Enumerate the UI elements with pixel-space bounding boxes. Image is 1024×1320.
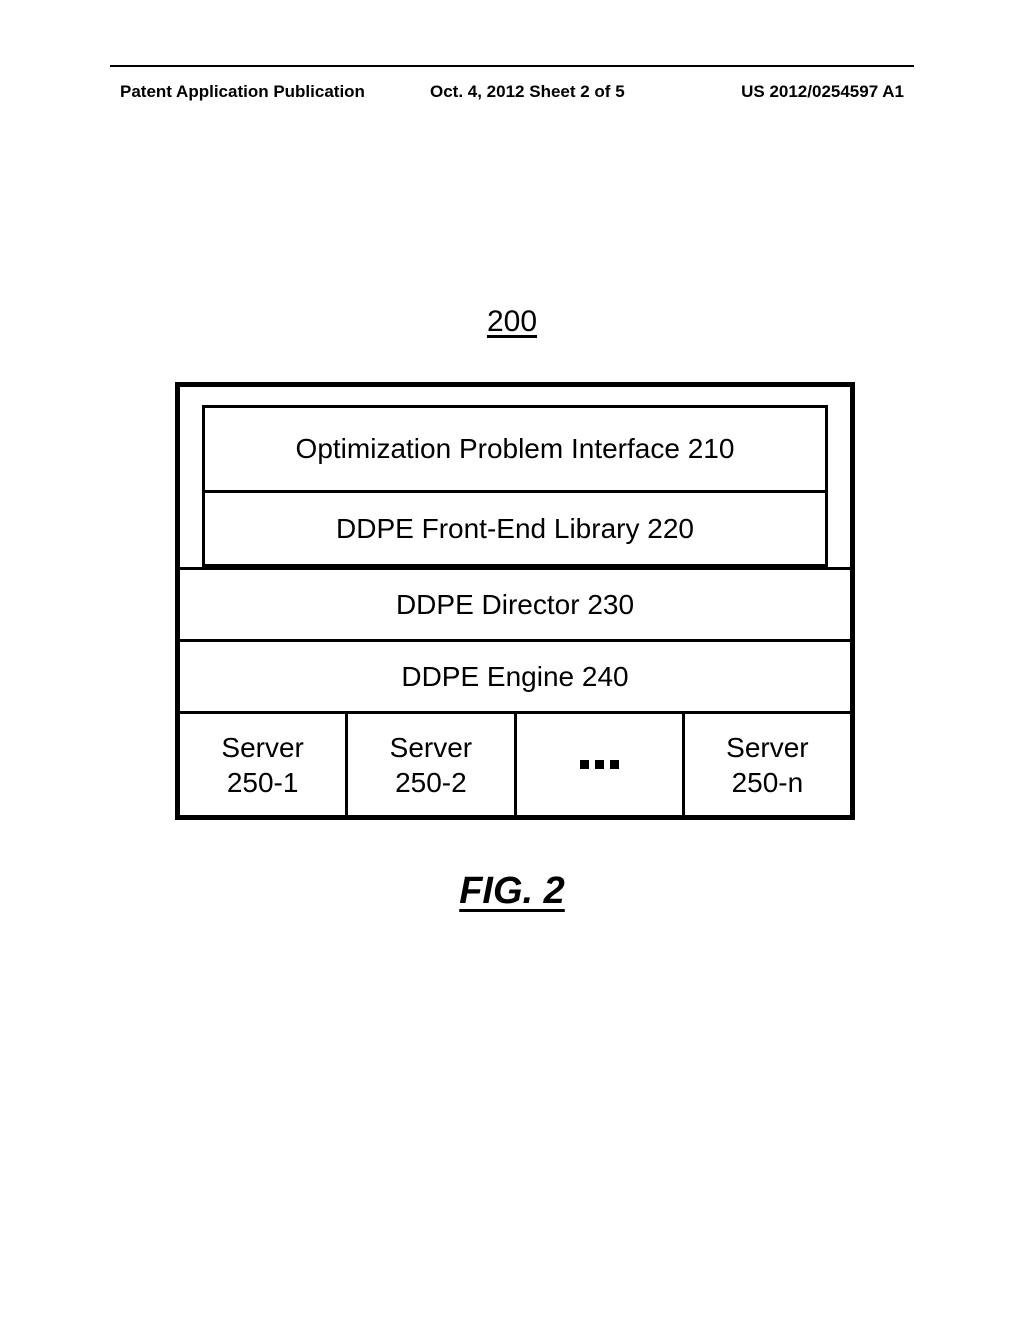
header-center-text: Oct. 4, 2012 Sheet 2 of 5: [430, 82, 625, 102]
ellipsis-icon: [580, 760, 619, 769]
header-right-text: US 2012/0254597 A1: [741, 82, 904, 102]
server-number: 250-2: [395, 765, 467, 800]
server-cell-ellipsis: [517, 714, 685, 815]
header-left-text: Patent Application Publication: [120, 82, 365, 102]
block-optimization-interface: Optimization Problem Interface 210: [202, 405, 828, 493]
server-cell-1: Server 250-1: [180, 714, 348, 815]
system-diagram: Optimization Problem Interface 210 DDPE …: [175, 382, 855, 820]
server-label: Server: [221, 730, 303, 765]
server-number: 250-1: [227, 765, 299, 800]
server-label: Server: [726, 730, 808, 765]
server-label: Server: [390, 730, 472, 765]
servers-row: Server 250-1 Server 250-2 Server 250-n: [180, 711, 850, 815]
figure-reference-number: 200: [487, 305, 537, 339]
server-number: 250-n: [732, 765, 804, 800]
block-engine: DDPE Engine 240: [180, 639, 850, 711]
block-frontend-library: DDPE Front-End Library 220: [202, 493, 828, 567]
block-director: DDPE Director 230: [180, 567, 850, 639]
figure-caption: FIG. 2: [459, 870, 565, 913]
header-divider: [110, 65, 914, 67]
server-cell-n: Server 250-n: [685, 714, 850, 815]
server-cell-2: Server 250-2: [348, 714, 516, 815]
